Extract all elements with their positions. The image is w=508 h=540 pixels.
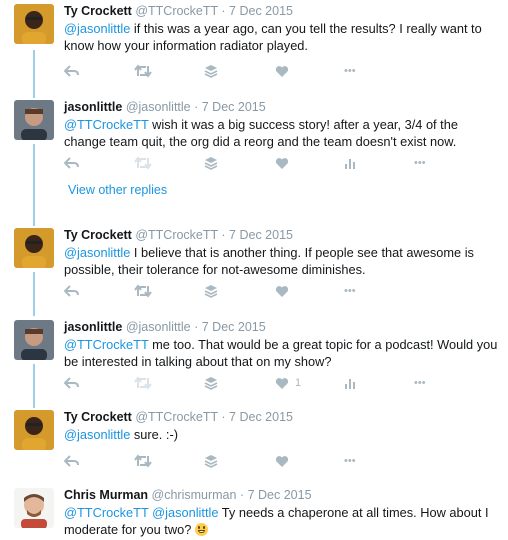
tweet-header: Ty Crockett @TTCrockeTT · 7 Dec 2015 [64, 4, 293, 18]
author-name[interactable]: Ty Crockett [64, 228, 132, 242]
tweet-header: Ty Crockett @TTCrockeTT · 7 Dec 2015 [64, 410, 293, 424]
like-icon[interactable] [275, 63, 289, 79]
author-name[interactable]: Chris Murman [64, 488, 148, 502]
more-icon[interactable]: ••• [344, 283, 356, 299]
avatar-ty-crockett[interactable] [14, 410, 54, 450]
like-icon[interactable] [275, 283, 289, 299]
stack-icon[interactable] [204, 283, 218, 299]
avatar-ty-crockett[interactable] [14, 228, 54, 268]
retweet-icon[interactable] [134, 375, 152, 391]
more-icon[interactable]: ••• [344, 453, 356, 469]
thread-line [33, 364, 35, 408]
analytics-icon[interactable] [344, 375, 356, 391]
avatar-ty-crockett[interactable] [14, 4, 54, 44]
retweet-icon[interactable] [134, 453, 152, 469]
tweet-date[interactable]: · 7 Dec 2015 [194, 320, 266, 334]
retweet-icon[interactable] [134, 155, 152, 171]
mention-link[interactable]: @jasonlittle [64, 21, 130, 36]
author-handle[interactable]: @TTCrockeTT [135, 410, 218, 424]
mention-link[interactable]: @jasonlittle [64, 245, 130, 260]
tweet-actions: ••• [64, 453, 394, 469]
more-icon[interactable]: ••• [414, 375, 426, 391]
like-icon[interactable] [275, 155, 289, 171]
author-handle[interactable]: @TTCrockeTT [135, 228, 218, 242]
reply-icon[interactable] [64, 283, 80, 299]
avatar-jasonlittle[interactable] [14, 100, 54, 140]
retweet-icon[interactable] [134, 283, 152, 299]
grinning-emoji-icon [194, 522, 208, 536]
tweet-text: @jasonlittle if this was a year ago, can… [64, 21, 500, 54]
tweet-header: jasonlittle @jasonlittle · 7 Dec 2015 [64, 100, 266, 114]
like-icon[interactable] [275, 453, 289, 469]
stack-icon[interactable] [204, 63, 218, 79]
tweet-header: jasonlittle @jasonlittle · 7 Dec 2015 [64, 320, 266, 334]
reply-icon[interactable] [64, 453, 80, 469]
author-handle[interactable]: @jasonlittle [126, 320, 191, 334]
thread-line [33, 50, 35, 98]
thread-line [33, 144, 35, 226]
tweet-actions: ••• [64, 283, 394, 299]
author-name[interactable]: Ty Crockett [64, 4, 132, 18]
tweet-text: @TTCrockeTT @jasonlittle Ty needs a chap… [64, 505, 500, 538]
view-other-replies-link[interactable]: View other replies [68, 183, 167, 197]
tweet-text: @jasonlittle sure. :-) [64, 427, 500, 444]
author-handle[interactable]: @chrismurman [152, 488, 237, 502]
more-icon[interactable]: ••• [344, 63, 356, 79]
analytics-icon[interactable] [344, 155, 356, 171]
tweet-text: @jasonlittle I believe that is another t… [64, 245, 500, 278]
author-name[interactable]: jasonlittle [64, 100, 122, 114]
tweet-date[interactable]: · 7 Dec 2015 [221, 228, 293, 242]
author-name[interactable]: jasonlittle [64, 320, 122, 334]
mention-link[interactable]: @jasonlittle [64, 427, 130, 442]
tweet-date[interactable]: · 7 Dec 2015 [221, 410, 293, 424]
reply-icon[interactable] [64, 63, 80, 79]
author-name[interactable]: Ty Crockett [64, 410, 132, 424]
tweet-date[interactable]: · 7 Dec 2015 [194, 100, 266, 114]
tweet-text: @TTCrockeTT me too. That would be a grea… [64, 337, 500, 370]
reply-icon[interactable] [64, 155, 80, 171]
avatar-chris-murman[interactable] [14, 488, 54, 528]
tweet-header: Chris Murman @chrismurman · 7 Dec 2015 [64, 488, 312, 502]
more-icon[interactable]: ••• [414, 155, 426, 171]
author-handle[interactable]: @jasonlittle [126, 100, 191, 114]
thread-line [33, 272, 35, 316]
like-icon[interactable]: 1 [275, 375, 301, 391]
tweet-date[interactable]: · 7 Dec 2015 [240, 488, 312, 502]
tweet-text-content: sure. :-) [130, 427, 178, 442]
retweet-icon[interactable] [134, 63, 152, 79]
like-count: 1 [295, 377, 302, 389]
tweet-header: Ty Crockett @TTCrockeTT · 7 Dec 2015 [64, 228, 293, 242]
stack-icon[interactable] [204, 155, 218, 171]
tweet-actions: ••• [64, 63, 394, 79]
tweet-actions: 1 ••• [64, 375, 426, 391]
author-handle[interactable]: @TTCrockeTT [135, 4, 218, 18]
stack-icon[interactable] [204, 453, 218, 469]
mention-link[interactable]: @TTCrockeTT [64, 337, 149, 352]
tweet-text: @TTCrockeTT wish it was a big success st… [64, 117, 500, 150]
reply-icon[interactable] [64, 375, 80, 391]
mention-link[interactable]: @TTCrockeTT [64, 117, 149, 132]
tweet-date[interactable]: · 7 Dec 2015 [221, 4, 293, 18]
mention-link[interactable]: @TTCrockeTT @jasonlittle [64, 505, 218, 520]
stack-icon[interactable] [204, 375, 218, 391]
tweet-actions: ••• [64, 155, 426, 171]
avatar-jasonlittle[interactable] [14, 320, 54, 360]
